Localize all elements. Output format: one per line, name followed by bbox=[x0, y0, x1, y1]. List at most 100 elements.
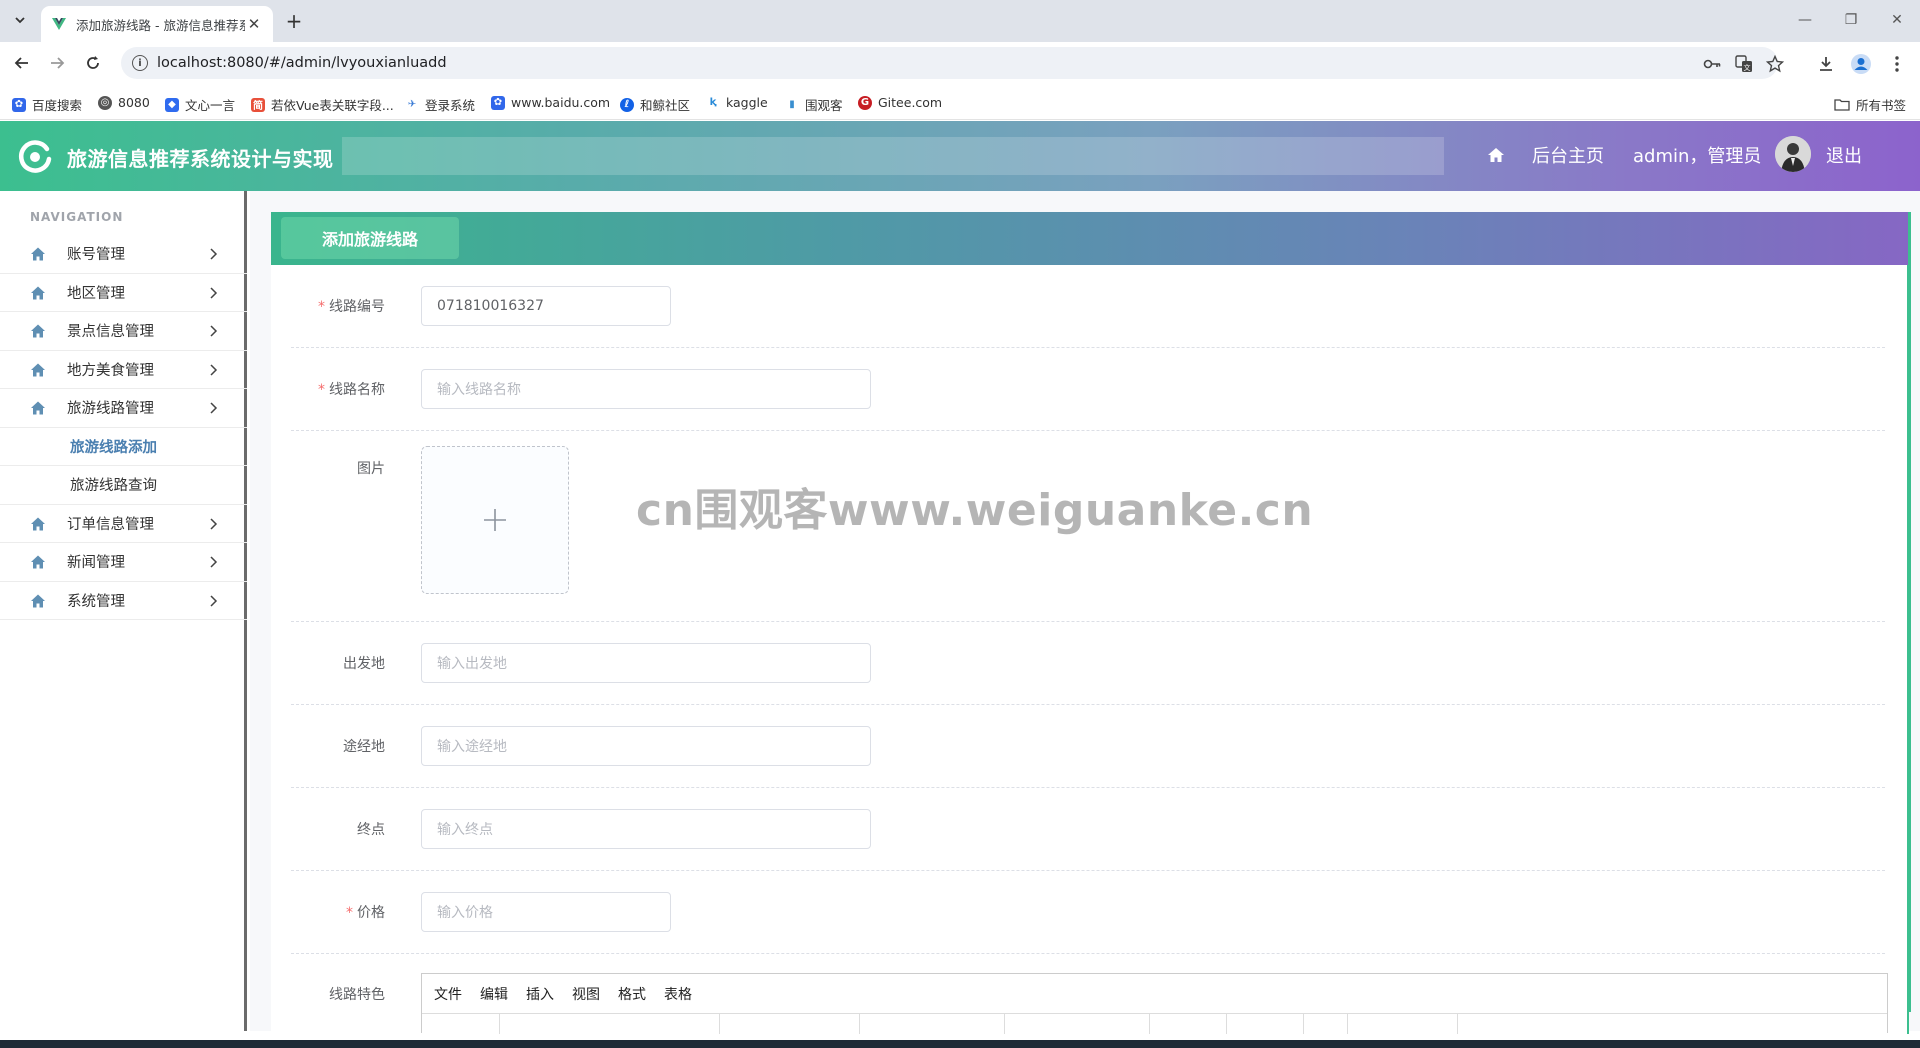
price-label-text: 价格 bbox=[357, 905, 385, 921]
sidebar-item-scenic[interactable]: 景点信息管理 bbox=[0, 312, 247, 351]
browser-menu-icon[interactable] bbox=[1886, 53, 1908, 75]
bookmark-ruoyi[interactable]: 简若依Vue表关联字段... bbox=[251, 95, 394, 114]
bookmark-login[interactable]: ✈ 登录系统 bbox=[405, 95, 475, 114]
route-no-input[interactable]: 071810016327 bbox=[421, 286, 671, 326]
back-button[interactable] bbox=[8, 50, 36, 76]
new-tab-button[interactable]: + bbox=[282, 9, 306, 33]
form-row-departure: 出发地 输入出发地 bbox=[291, 622, 1885, 705]
logout-link[interactable]: 退出 bbox=[1826, 142, 1862, 168]
sidebar-item-routes[interactable]: 旅游线路管理 bbox=[0, 389, 247, 428]
bookmark-weiguanke[interactable]: ▮ 围观客 bbox=[785, 95, 843, 114]
sidebar-item-region[interactable]: 地区管理 bbox=[0, 274, 247, 312]
departure-label: 出发地 bbox=[343, 656, 385, 672]
bookmark-heywhale[interactable]: ℓ 和鲸社区 bbox=[620, 95, 690, 114]
editor-toolbar-group[interactable] bbox=[860, 1014, 1005, 1034]
all-bookmarks-folder[interactable]: 所有书签 bbox=[1834, 95, 1906, 114]
destination-input[interactable]: 输入终点 bbox=[421, 809, 871, 849]
wenxin-icon: ◆ bbox=[165, 97, 179, 112]
arrow-right-icon bbox=[51, 57, 65, 69]
sidebar-item-orders[interactable]: 订单信息管理 bbox=[0, 505, 247, 543]
password-key-icon[interactable] bbox=[1701, 53, 1723, 75]
editor-menu-edit[interactable]: 编辑 bbox=[480, 984, 508, 1004]
sidebar-subitem-route-query[interactable]: 旅游线路查询 bbox=[0, 466, 247, 505]
sidebar-item-label: 地区管理 bbox=[67, 285, 125, 302]
route-name-label: * 线路名称 bbox=[318, 379, 385, 399]
route-name-input[interactable]: 输入线路名称 bbox=[421, 369, 871, 409]
editor-menu-format[interactable]: 格式 bbox=[618, 984, 646, 1004]
sidebar-item-system[interactable]: 系统管理 bbox=[0, 582, 247, 620]
editor-menu-file[interactable]: 文件 bbox=[434, 984, 462, 1004]
download-icon[interactable] bbox=[1815, 53, 1837, 75]
bookmark-label: kaggle bbox=[726, 95, 768, 110]
sidebar-item-food[interactable]: 地方美食管理 bbox=[0, 351, 247, 389]
tab-close-icon[interactable]: ✕ bbox=[245, 15, 263, 33]
bookmark-8080[interactable]: ◎ 8080 bbox=[98, 95, 150, 110]
paw-icon: ✿ bbox=[491, 95, 505, 110]
admin-home-link[interactable]: 后台主页 bbox=[1532, 142, 1604, 168]
bars-icon: ▮ bbox=[785, 97, 799, 112]
home-icon bbox=[31, 286, 45, 299]
editor-menu-table[interactable]: 表格 bbox=[664, 984, 692, 1004]
editor-toolbar-group[interactable] bbox=[1150, 1014, 1227, 1034]
tab-search-button[interactable] bbox=[8, 8, 32, 32]
home-icon bbox=[31, 517, 45, 530]
jian-icon: 简 bbox=[251, 97, 265, 112]
form-row-price: * 价格 输入价格 bbox=[291, 871, 1885, 954]
restore-button[interactable]: ❐ bbox=[1828, 0, 1874, 40]
sidebar-subitem-route-add[interactable]: 旅游线路添加 bbox=[0, 428, 247, 466]
chevron-right-icon bbox=[210, 248, 218, 260]
header-title-strip bbox=[342, 137, 1444, 175]
rich-text-editor[interactable]: 文件 编辑 插入 视图 格式 表格 bbox=[421, 973, 1888, 1034]
bookmark-baidu-search[interactable]: ✿ 百度搜索 bbox=[12, 95, 82, 114]
editor-toolbar-group[interactable] bbox=[422, 1014, 500, 1034]
image-upload-button[interactable] bbox=[421, 446, 569, 594]
bookmark-label: Gitee.com bbox=[878, 95, 943, 110]
sidebar-item-label: 订单信息管理 bbox=[67, 516, 154, 533]
browser-tab-active[interactable]: 添加旅游线路 - 旅游信息推荐系 ✕ bbox=[41, 6, 273, 42]
sidebar-item-account[interactable]: 账号管理 bbox=[0, 235, 247, 274]
bookmark-baidu-com[interactable]: ✿ www.baidu.com bbox=[491, 95, 610, 110]
editor-toolbar-group[interactable] bbox=[1348, 1014, 1458, 1034]
paw-icon: ✿ bbox=[12, 97, 26, 112]
bookmark-label: 和鲸社区 bbox=[640, 98, 691, 113]
reload-icon bbox=[87, 56, 99, 69]
editor-menu-insert[interactable]: 插入 bbox=[526, 984, 554, 1004]
editor-toolbar-group[interactable] bbox=[1304, 1014, 1348, 1034]
home-icon[interactable] bbox=[1487, 146, 1505, 164]
editor-toolbar-group[interactable] bbox=[1005, 1014, 1150, 1034]
bookmark-star-icon[interactable] bbox=[1764, 53, 1786, 75]
editor-menu-view[interactable]: 视图 bbox=[572, 984, 600, 1004]
whale-icon: ℓ bbox=[620, 97, 634, 112]
required-mark: * bbox=[346, 905, 353, 921]
price-input[interactable]: 输入价格 bbox=[421, 892, 671, 932]
content-scrollbar[interactable] bbox=[1908, 212, 1911, 1012]
departure-input[interactable]: 输入出发地 bbox=[421, 643, 871, 683]
destination-label: 终点 bbox=[357, 822, 385, 838]
address-bar[interactable]: i localhost:8080/#/admin/lvyouxianluadd bbox=[121, 47, 1778, 79]
editor-toolbar-group[interactable] bbox=[1227, 1014, 1304, 1034]
card-title-tab[interactable]: 添加旅游线路 bbox=[281, 217, 459, 259]
minimize-button[interactable]: — bbox=[1782, 0, 1828, 40]
bookmark-gitee[interactable]: G Gitee.com bbox=[858, 95, 942, 110]
sidebar-item-news[interactable]: 新闻管理 bbox=[0, 543, 247, 582]
form-row-via: 途经地 输入途经地 bbox=[291, 705, 1885, 788]
editor-toolbar-group[interactable] bbox=[500, 1014, 720, 1034]
site-info-icon[interactable]: i bbox=[132, 55, 148, 71]
translate-icon[interactable]: 文 bbox=[1733, 53, 1755, 75]
profile-icon[interactable] bbox=[1850, 53, 1872, 75]
home-icon bbox=[31, 401, 45, 415]
reload-button[interactable] bbox=[79, 50, 107, 76]
user-avatar-icon bbox=[1775, 136, 1811, 172]
sidebar-heading: NAVIGATION bbox=[30, 210, 124, 224]
sidebar-item-label: 旅游线路查询 bbox=[70, 478, 157, 495]
forward-button[interactable] bbox=[43, 50, 71, 76]
bookmarks-bar: ✿ 百度搜索 ◎ 8080 ◆ 文心一言 简若依Vue表关联字段... ✈ 登录系统 ✿… bbox=[0, 86, 1920, 120]
via-input[interactable]: 输入途经地 bbox=[421, 726, 871, 766]
avatar[interactable] bbox=[1775, 136, 1811, 172]
editor-toolbar-group[interactable] bbox=[720, 1014, 860, 1034]
bookmark-kaggle[interactable]: ⱪ kaggle bbox=[706, 95, 768, 110]
close-window-button[interactable]: ✕ bbox=[1874, 0, 1920, 40]
home-icon bbox=[31, 363, 45, 376]
globe-icon: ◎ bbox=[98, 95, 112, 110]
bookmark-wenxin[interactable]: ◆ 文心一言 bbox=[165, 95, 235, 114]
